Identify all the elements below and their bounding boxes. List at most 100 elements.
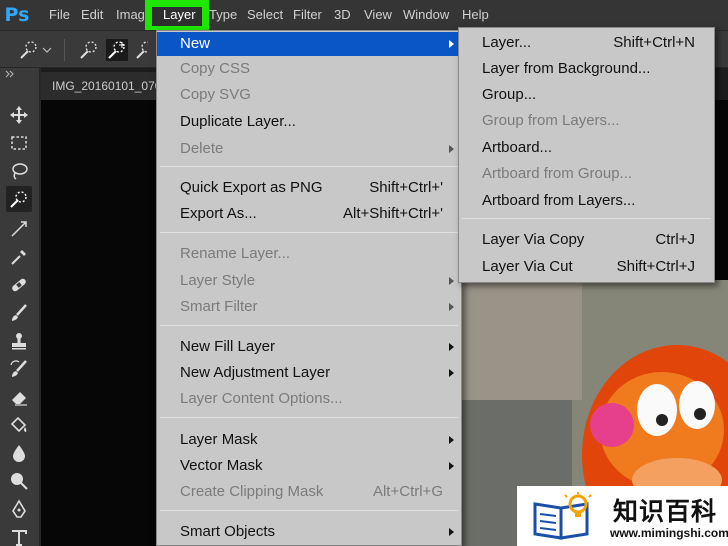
- tools-panel: [0, 68, 40, 546]
- submenu-item-group-from-layers[interactable]: Group from Layers...: [459, 109, 714, 133]
- clone-stamp-icon[interactable]: [6, 328, 32, 354]
- menu-item-shortcut: Alt+Shift+Ctrl+': [343, 205, 443, 222]
- marquee-icon[interactable]: [6, 130, 32, 156]
- type-icon[interactable]: [6, 524, 32, 546]
- move-icon[interactable]: [6, 102, 32, 128]
- menu-item-copy-css[interactable]: Copy CSS: [157, 57, 461, 81]
- menu-item-label: New Fill Layer: [180, 338, 276, 355]
- photoshop-logo: Ps: [4, 4, 30, 26]
- menu-item-smart-objects[interactable]: Smart Objects: [157, 520, 461, 544]
- dodge-icon[interactable]: [6, 468, 32, 494]
- quick-selection-icon[interactable]: [6, 186, 32, 212]
- submenu-item-group[interactable]: Group...: [459, 83, 714, 107]
- eyedropper-icon[interactable]: [6, 244, 32, 270]
- menu-item-label: Artboard...: [482, 139, 553, 156]
- new-selection-icon[interactable]: [78, 39, 100, 61]
- menu-type[interactable]: Type: [209, 0, 237, 30]
- quick-selection-preset-icon[interactable]: [18, 39, 40, 61]
- menu-item-label: Layer from Background...: [482, 60, 651, 77]
- submenu-item-layer[interactable]: Layer... Shift+Ctrl+N: [459, 31, 714, 55]
- menu-item-layer-content-options[interactable]: Layer Content Options...: [157, 387, 461, 411]
- menu-item-shortcut: Shift+Ctrl+N: [613, 34, 695, 51]
- menu-item-shortcut: Shift+Ctrl+': [369, 179, 443, 196]
- menu-item-label: New: [180, 35, 211, 52]
- watermark-text: 知识百科: [613, 497, 718, 526]
- menu-item-label: Layer Mask: [180, 431, 258, 448]
- submenu-arrow-icon: [449, 40, 454, 48]
- menu-item-label: Smart Objects: [180, 523, 276, 540]
- menu-item-layer-style[interactable]: Layer Style: [157, 269, 461, 293]
- menu-item-shortcut: Alt+Ctrl+G: [372, 483, 443, 500]
- submenu-arrow-icon: [449, 343, 454, 351]
- menu-item-delete[interactable]: Delete: [157, 137, 461, 161]
- submenu-item-layer-via-copy[interactable]: Layer Via Copy Ctrl+J: [459, 228, 714, 252]
- eraser-icon[interactable]: [6, 384, 32, 410]
- submenu-arrow-icon: [449, 145, 454, 153]
- submenu-item-artboard-from-layers[interactable]: Artboard from Layers...: [459, 189, 714, 213]
- submenu-item-layer-from-background[interactable]: Layer from Background...: [459, 57, 714, 81]
- menu-window[interactable]: Window: [403, 0, 449, 30]
- subtract-from-selection-icon[interactable]: [134, 39, 148, 61]
- menu-item-label: Layer Style: [180, 272, 256, 289]
- menu-item-label: New Adjustment Layer: [180, 364, 331, 381]
- menu-item-label: Export As...: [180, 205, 257, 222]
- menu-item-rename-layer[interactable]: Rename Layer...: [157, 242, 461, 266]
- menu-item-label: Duplicate Layer...: [180, 113, 296, 130]
- menu-item-create-clipping-mask[interactable]: Create Clipping Mask Alt+Ctrl+G: [157, 480, 461, 504]
- menu-select[interactable]: Select: [247, 0, 283, 30]
- layer-menu: New Copy CSS Copy SVG Duplicate Layer...…: [156, 30, 462, 546]
- menu-separator: [160, 417, 458, 418]
- menu-filter[interactable]: Filter: [293, 0, 322, 30]
- history-brush-icon[interactable]: [6, 356, 32, 382]
- menu-item-export-as[interactable]: Export As... Alt+Shift+Ctrl+': [157, 202, 461, 226]
- menu-edit[interactable]: Edit: [81, 0, 103, 30]
- add-to-selection-icon[interactable]: [106, 39, 128, 61]
- menu-item-label: Rename Layer...: [180, 245, 291, 262]
- watermark-url: www.mimingshi.com: [610, 526, 728, 540]
- menu-item-label: Artboard from Layers...: [482, 192, 636, 209]
- menu-item-copy-svg[interactable]: Copy SVG: [157, 83, 461, 107]
- menu-item-shortcut: Shift+Ctrl+J: [616, 258, 695, 275]
- new-submenu: Layer... Shift+Ctrl+N Layer from Backgro…: [458, 27, 715, 283]
- menu-item-vector-mask[interactable]: Vector Mask: [157, 454, 461, 478]
- menu-item-new-fill-layer[interactable]: New Fill Layer: [157, 335, 461, 359]
- healing-brush-icon[interactable]: [6, 272, 32, 298]
- crop-icon[interactable]: [6, 216, 32, 242]
- brush-icon[interactable]: [6, 300, 32, 326]
- submenu-arrow-icon: [449, 528, 454, 536]
- menu-separator: [160, 166, 458, 167]
- menu-item-layer-mask[interactable]: Layer Mask: [157, 428, 461, 452]
- menu-layer[interactable]: Layer: [152, 0, 207, 30]
- menu-item-label: Layer Via Cut: [482, 258, 573, 275]
- menu-item-label: Quick Export as PNG: [180, 179, 323, 196]
- chevron-down-icon[interactable]: [42, 39, 52, 61]
- submenu-item-layer-via-cut[interactable]: Layer Via Cut Shift+Ctrl+J: [459, 255, 714, 279]
- lasso-icon[interactable]: [6, 158, 32, 184]
- menu-item-label: Copy SVG: [180, 86, 251, 103]
- menu-separator: [160, 232, 458, 233]
- menu-item-duplicate-layer[interactable]: Duplicate Layer...: [157, 110, 461, 134]
- menu-file[interactable]: File: [49, 0, 70, 30]
- divider: [64, 39, 65, 61]
- menu-item-label: Vector Mask: [180, 457, 263, 474]
- menu-item-quick-export-png[interactable]: Quick Export as PNG Shift+Ctrl+': [157, 176, 461, 200]
- submenu-arrow-icon: [449, 303, 454, 311]
- menu-image[interactable]: Image: [116, 0, 146, 30]
- menu-item-new-adjustment-layer[interactable]: New Adjustment Layer: [157, 361, 461, 385]
- menu-separator: [462, 218, 711, 219]
- menu-help[interactable]: Help: [462, 0, 489, 30]
- menu-3d[interactable]: 3D: [334, 0, 351, 30]
- pen-icon[interactable]: [6, 496, 32, 522]
- menu-item-label: Group...: [482, 86, 537, 103]
- paint-bucket-icon[interactable]: [6, 412, 32, 438]
- submenu-item-artboard[interactable]: Artboard...: [459, 136, 714, 160]
- collapse-panel-icon[interactable]: [5, 70, 15, 80]
- menu-view[interactable]: View: [364, 0, 392, 30]
- blur-icon[interactable]: [6, 440, 32, 466]
- menu-item-label: Layer Via Copy: [482, 231, 585, 248]
- document-tab[interactable]: IMG_20160101_070: [41, 72, 161, 100]
- menu-item-new[interactable]: New: [157, 32, 461, 56]
- menu-item-label: Copy CSS: [180, 60, 251, 77]
- submenu-item-artboard-from-group[interactable]: Artboard from Group...: [459, 162, 714, 186]
- menu-item-smart-filter[interactable]: Smart Filter: [157, 295, 461, 319]
